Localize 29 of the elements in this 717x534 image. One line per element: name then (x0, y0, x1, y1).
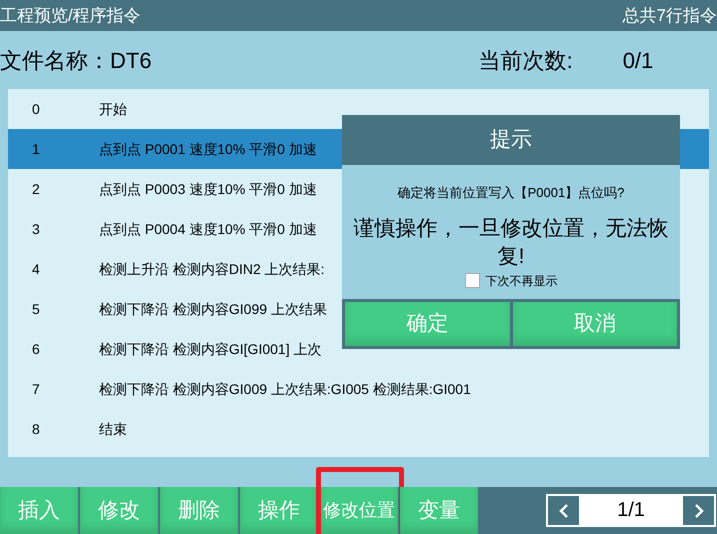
dialog-title: 提示 (490, 127, 532, 154)
dialog-question: 确定将当前位置写入【P0001】点位吗? (398, 184, 624, 202)
row-instruction: 检测下降沿 检测内容GI099 上次结果 (99, 300, 327, 318)
row-instruction: 检测下降沿 检测内容GI009 上次结果:GI005 检测结果:GI001 (99, 380, 471, 398)
row-instruction: 开始 (99, 100, 127, 118)
row-number: 8 (31, 420, 41, 438)
row-instruction: 点到点 P0001 速度10% 平滑0 加速 (99, 140, 317, 158)
row-number: 3 (31, 220, 41, 238)
row-instruction: 点到点 P0004 速度10% 平滑0 加速 (99, 220, 317, 238)
row-instruction: 检测下降沿 检测内容GI[GI001] 上次 (99, 340, 322, 359)
row-instruction: 结束 (99, 420, 127, 438)
row-number: 0 (31, 100, 41, 118)
row-number: 6 (31, 340, 41, 358)
row-instruction: 点到点 P0003 速度10% 平滑0 加速 (99, 180, 317, 198)
row-number: 5 (31, 300, 41, 318)
row-number: 1 (31, 140, 41, 158)
row-instruction: 检测上升沿 检测内容DIN2 上次结果: (99, 260, 325, 278)
checkbox-label: 下次不再显示 (486, 272, 558, 290)
row-number: 2 (31, 180, 41, 198)
page-title: 工程预览/程序指令 (0, 4, 141, 27)
dialog-warning: 谨慎操作，一旦修改位置，无法恢复! (352, 216, 670, 270)
count-value: 0/1 (622, 46, 654, 74)
page-indicator: 1/1 (616, 498, 646, 523)
count-label: 当前次数: (478, 46, 573, 74)
file-name: DT6 (110, 46, 152, 74)
row-number: 4 (31, 260, 41, 278)
row-number: 7 (31, 380, 41, 398)
line-count: 总共7行指令 (622, 4, 717, 27)
file-name-label: 文件名称： (0, 46, 110, 74)
